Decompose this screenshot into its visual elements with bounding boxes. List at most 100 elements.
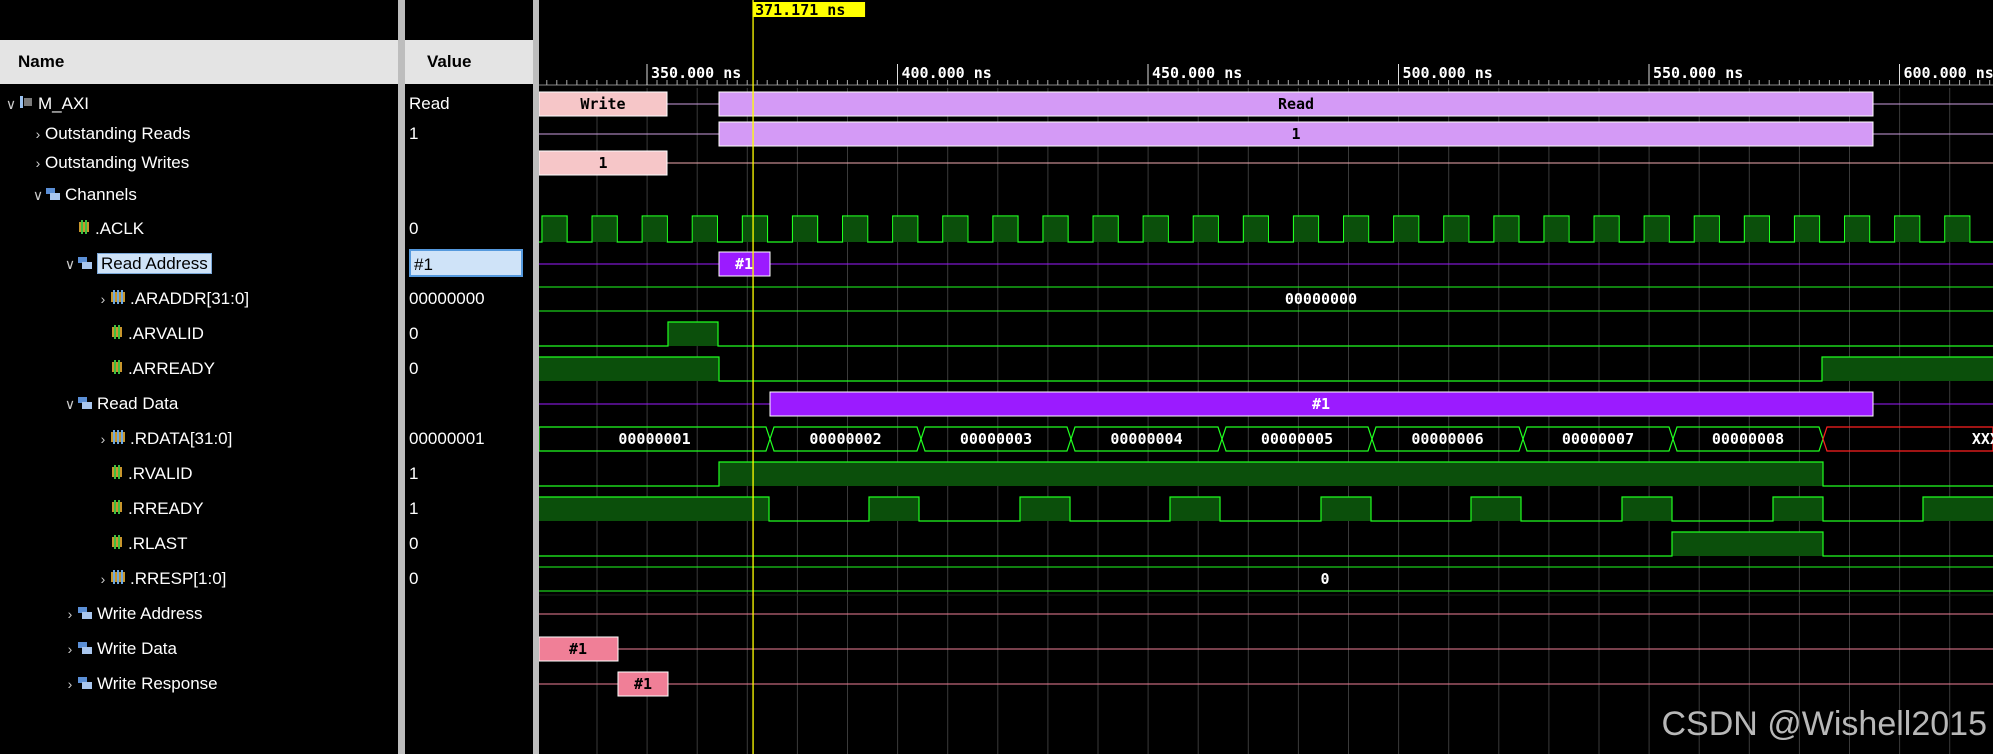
aclk-high-fill	[1795, 217, 1820, 242]
signal-name: Read Address	[97, 253, 212, 274]
rdata-value-6: 00000007	[1562, 430, 1634, 448]
chevron-down-icon[interactable]: ∨	[63, 249, 77, 279]
name-column-header[interactable]: Name	[0, 40, 398, 84]
signal-row-read-data[interactable]: ∨ Read Data	[63, 389, 178, 419]
aclk-high-fill	[893, 217, 918, 242]
rdata-value-3: 00000004	[1110, 430, 1182, 448]
chevron-down-icon[interactable]: ∨	[4, 89, 18, 119]
rready-waveform-high-2	[869, 497, 919, 521]
signal-value-rdata-31-0: 00000001	[409, 429, 485, 448]
channel-group-icon	[77, 600, 93, 630]
chevron-right-icon[interactable]: ›	[96, 564, 110, 594]
signal-name: .ARREADY	[128, 359, 215, 378]
signal-row-aclk[interactable]: .ACLK	[63, 214, 144, 244]
signal-row-rvalid[interactable]: .RVALID	[96, 459, 193, 489]
signal-value-outstanding-reads: 1	[409, 124, 419, 143]
chevron-right-icon[interactable]: ›	[31, 119, 45, 149]
name-panel: Name ∨ M_AXI › Outstanding Reads › Outstandin…	[0, 0, 398, 754]
signal-value-aclk: 0	[409, 219, 419, 238]
signal-row-arvalid[interactable]: .ARVALID	[96, 319, 204, 349]
rready-waveform-high-10	[1471, 497, 1521, 521]
signal-row-rresp-1-0[interactable]: › .RRESP[1:0]	[96, 564, 227, 595]
channel-group-icon	[77, 670, 93, 700]
rdata-value-0: 00000001	[618, 430, 690, 448]
rlast-waveform-high-1	[1672, 532, 1823, 556]
chevron-down-icon[interactable]: ∨	[63, 389, 77, 419]
signal-icon	[110, 530, 124, 560]
channel-group-icon	[77, 635, 93, 665]
signal-row-write-data[interactable]: › Write Data	[63, 634, 177, 664]
aclk-high-fill	[1544, 217, 1569, 242]
write-data-label: #1	[569, 640, 587, 658]
signal-row-rlast[interactable]: .RLAST	[96, 529, 188, 559]
signal-row-arready[interactable]: .ARREADY	[96, 354, 215, 384]
signal-row-read-address[interactable]: ∨ Read Address	[63, 249, 212, 279]
rdata-value-4: 00000005	[1261, 430, 1333, 448]
signal-name: .RRESP[1:0]	[130, 569, 227, 588]
outstanding-writes-label: 1	[598, 154, 607, 172]
signal-value-m-axi: Read	[409, 94, 450, 113]
signal-icon	[110, 460, 124, 490]
arvalid-waveform	[539, 321, 1993, 347]
outstanding-reads-label: 1	[1291, 125, 1300, 143]
signal-row-outstanding-writes[interactable]: › Outstanding Writes	[31, 148, 190, 178]
araddr-value: 00000000	[1285, 290, 1357, 308]
signal-name: .RREADY	[128, 499, 204, 518]
signal-value-arvalid: 0	[409, 324, 419, 343]
ruler-label-0: 350.000 ns	[651, 64, 741, 82]
rdata-value-2: 00000003	[960, 430, 1032, 448]
chevron-right-icon[interactable]: ›	[96, 284, 110, 314]
rready-waveform-high-12	[1622, 497, 1672, 521]
aclk-high-fill	[793, 217, 818, 242]
signal-row-m-axi[interactable]: ∨ M_AXI	[4, 89, 89, 119]
chevron-right-icon[interactable]: ›	[63, 599, 77, 629]
value-column-header[interactable]: Value	[405, 40, 533, 84]
read-data-label: #1	[1312, 395, 1330, 413]
signal-value-arready: 0	[409, 359, 419, 378]
signal-name: Outstanding Reads	[45, 124, 191, 143]
rvalid-waveform-high-1	[719, 462, 1823, 486]
signal-value-rready: 1	[409, 499, 419, 518]
waveform-viewer[interactable]: 350.000 ns 400.000 ns 450.000 ns 500.000 ns…	[539, 0, 1993, 754]
signal-name: Read Data	[97, 394, 179, 413]
signal-value-araddr-31-0: 00000000	[409, 289, 485, 308]
channel-group-icon	[45, 181, 61, 211]
chevron-right-icon[interactable]: ›	[63, 634, 77, 664]
column-splitter[interactable]	[398, 0, 405, 754]
chevron-right-icon[interactable]: ›	[31, 148, 45, 178]
rdata-value-7: 00000008	[1712, 430, 1784, 448]
aclk-high-fill	[1644, 217, 1669, 242]
signal-row-araddr-31-0[interactable]: › .ARADDR[31:0]	[96, 284, 249, 314]
chevron-right-icon[interactable]: ›	[96, 424, 110, 454]
aclk-high-fill	[1294, 217, 1319, 242]
rready-waveform-high-0	[539, 497, 769, 521]
rdata-value-8: XXXXXXXX	[1972, 430, 1993, 448]
signal-name: .RVALID	[128, 464, 193, 483]
signal-name: Outstanding Writes	[45, 153, 190, 172]
signal-row-rdata-31-0[interactable]: › .RDATA[31:0]	[96, 424, 233, 454]
chevron-right-icon[interactable]: ›	[63, 669, 77, 699]
cursor-label: 371.171 ns	[755, 1, 845, 19]
bus-icon	[110, 565, 126, 595]
signal-row-rready[interactable]: .RREADY	[96, 494, 204, 524]
signal-icon	[110, 320, 124, 350]
rdata-value-5: 00000006	[1411, 430, 1483, 448]
aclk-high-fill	[1243, 217, 1268, 242]
signal-row-write-address[interactable]: › Write Address	[63, 599, 203, 629]
signal-row-outstanding-reads[interactable]: › Outstanding Reads	[31, 119, 191, 149]
aclk-high-fill	[642, 217, 667, 242]
aclk-high-fill	[1394, 217, 1419, 242]
aclk-high-fill	[943, 217, 968, 242]
aclk-high-fill	[1895, 217, 1920, 242]
rready-waveform-high-8	[1321, 497, 1371, 521]
read-address-label: #1	[735, 255, 753, 273]
aclk-high-fill	[1945, 217, 1970, 242]
ruler-label-5: 600.000 ns	[1904, 64, 1993, 82]
rready-waveform-high-14	[1773, 497, 1823, 521]
arready-waveform-high-0	[539, 357, 719, 381]
aclk-high-fill	[843, 217, 868, 242]
chevron-down-icon[interactable]: ∨	[31, 180, 45, 210]
rdata-value-1: 00000002	[809, 430, 881, 448]
signal-row-channels[interactable]: ∨ Channels	[31, 180, 137, 210]
signal-row-write-response[interactable]: › Write Response	[63, 669, 218, 699]
